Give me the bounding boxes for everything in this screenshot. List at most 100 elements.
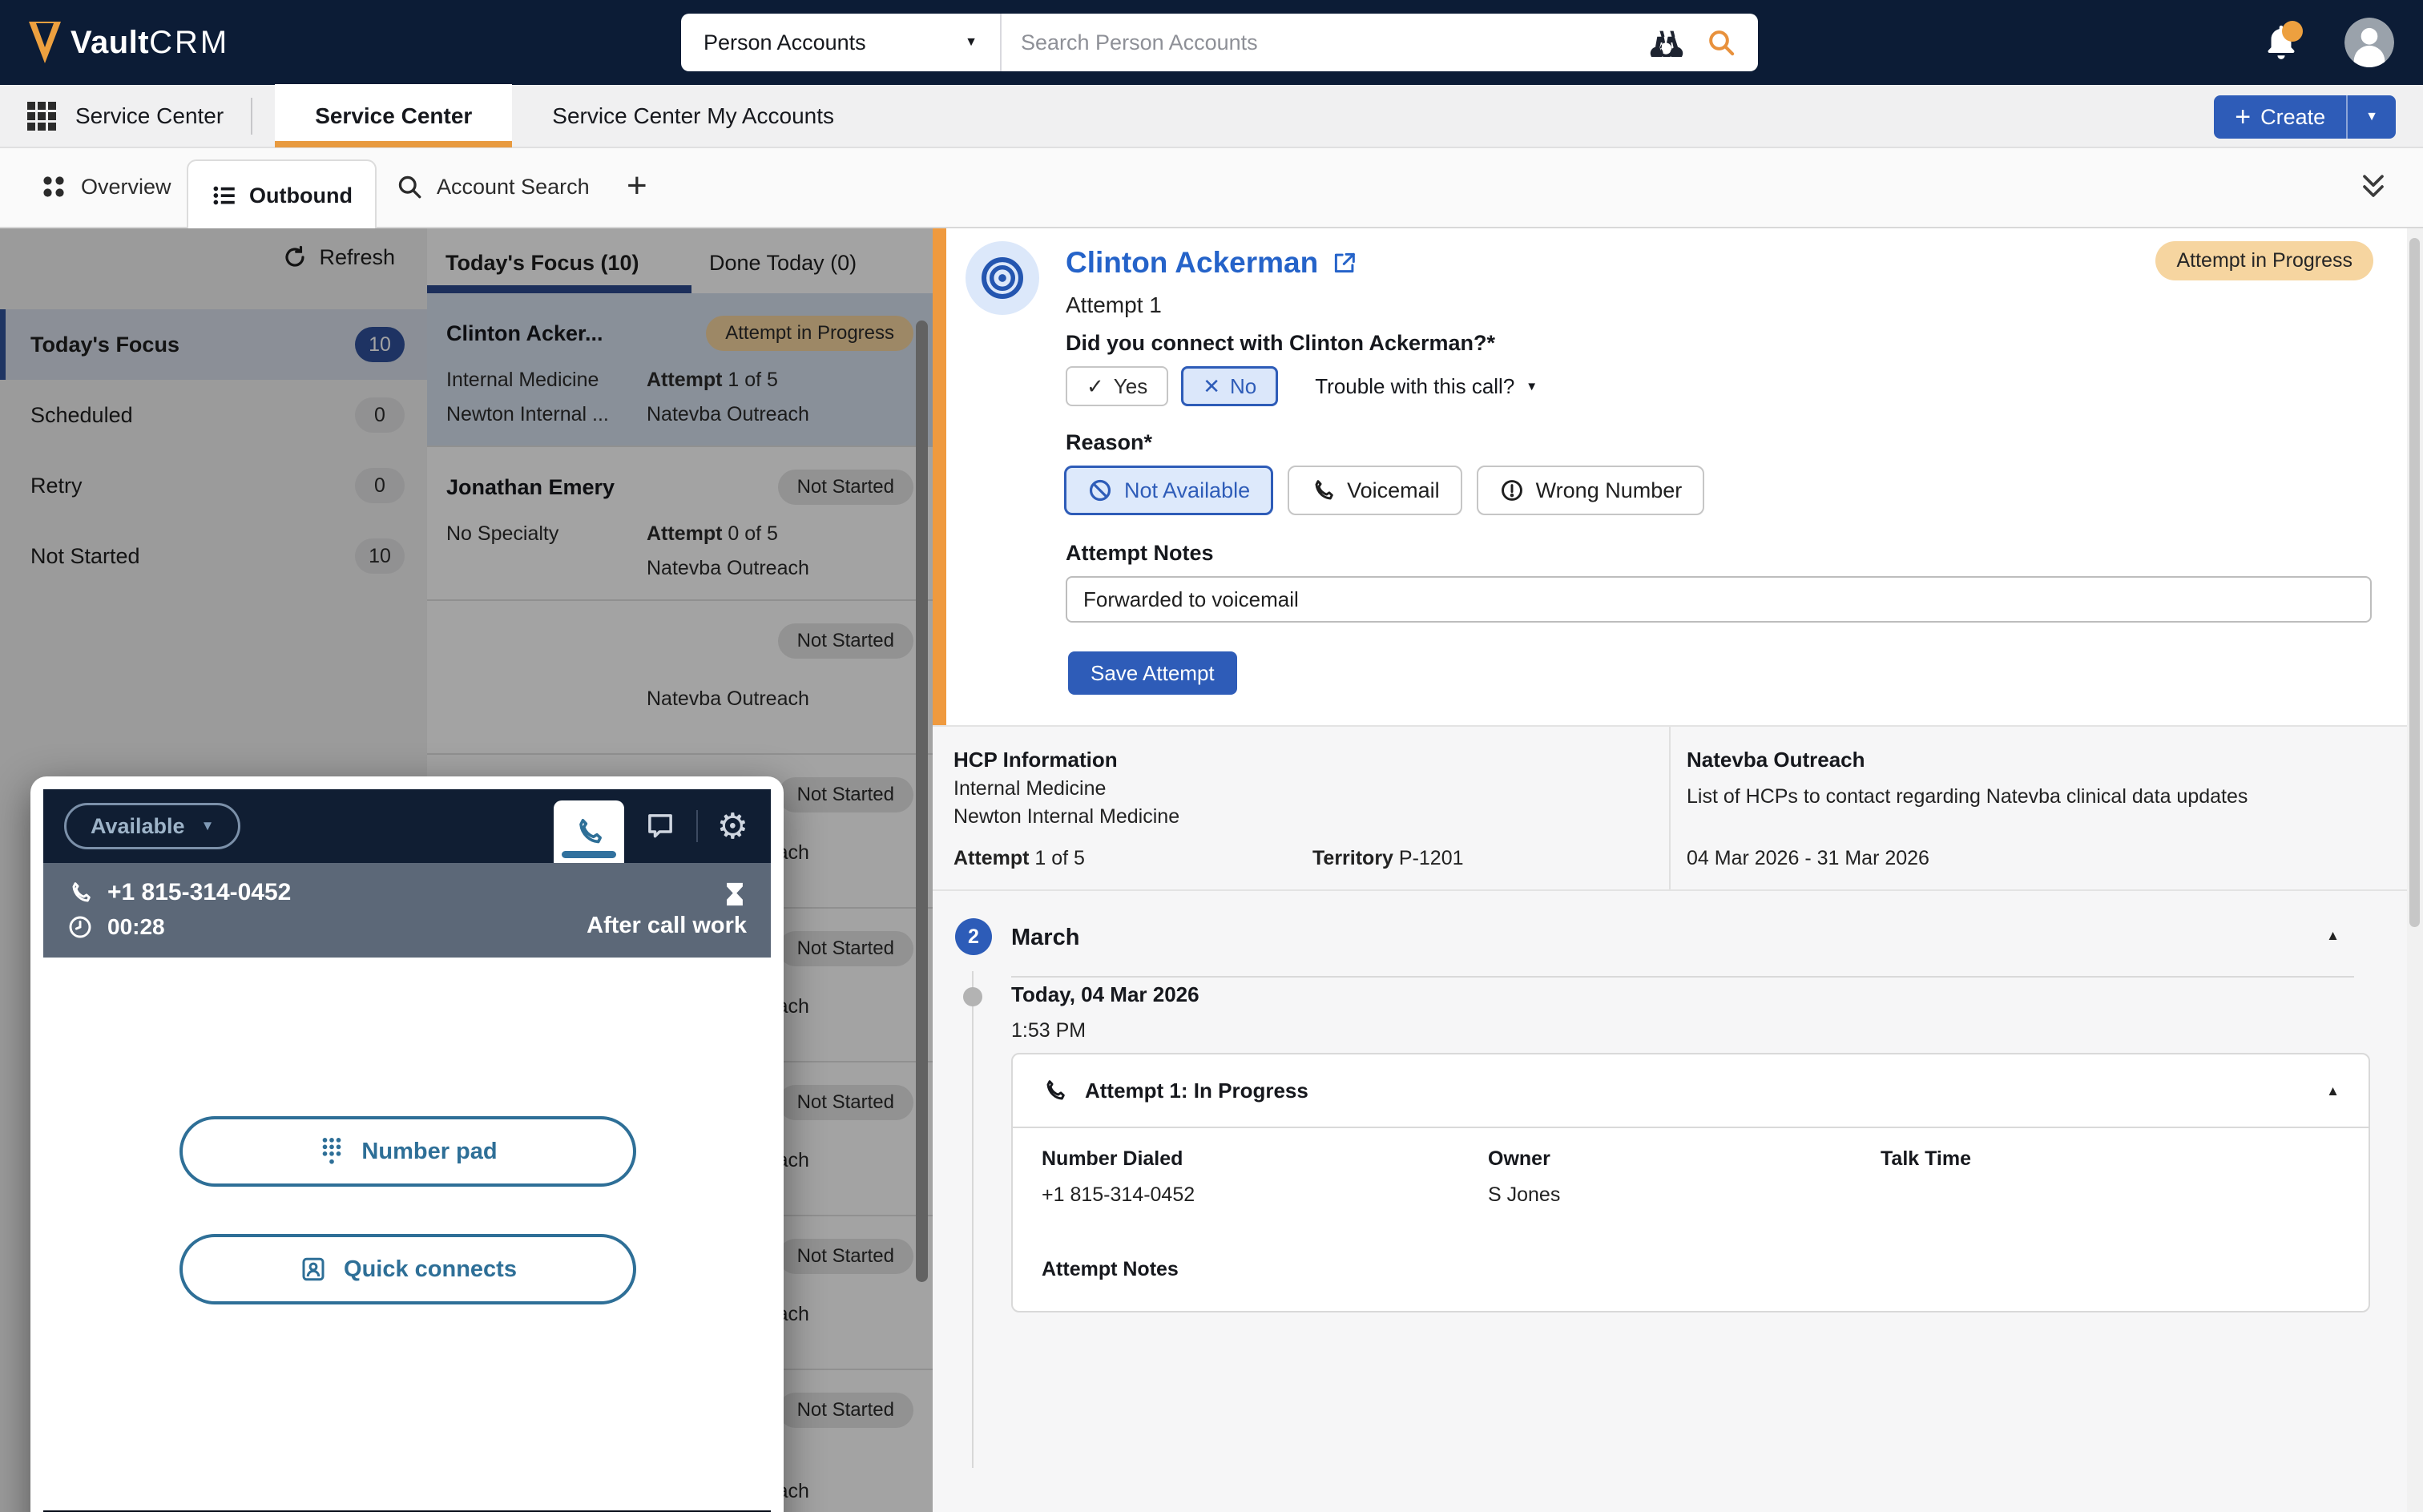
attempt-detail-panel: Clinton Ackerman Attempt in Progress Att… bbox=[933, 228, 2423, 1512]
app-window: VaultCRM Person Accounts ▼ bbox=[0, 0, 2423, 1512]
clock-icon bbox=[67, 914, 93, 940]
create-dropdown-button[interactable]: ▼ bbox=[2346, 95, 2396, 139]
hcp-territory: Territory P-1201 bbox=[1312, 847, 1464, 870]
search-scope-dropdown[interactable]: Person Accounts ▼ bbox=[681, 14, 1000, 71]
chat-icon[interactable] bbox=[643, 789, 677, 863]
trouble-dropdown[interactable]: Trouble with this call?▼ bbox=[1315, 374, 1538, 399]
card-attempt-notes-label: Attempt Notes bbox=[1042, 1258, 1179, 1281]
talk-time-value bbox=[1881, 1183, 2340, 1208]
phone-icon bbox=[1310, 478, 1336, 503]
target-avatar bbox=[966, 241, 1039, 315]
number-dialed-label: Number Dialed bbox=[1042, 1147, 1488, 1171]
timeline-time: 1:53 PM bbox=[1011, 1019, 1086, 1042]
softphone-header: Available ▼ ⚙ bbox=[43, 789, 771, 863]
timeline-dot bbox=[963, 987, 982, 1006]
active-call-accent-bar bbox=[933, 228, 946, 725]
timeline-day: Today, 04 Mar 2026 bbox=[1011, 982, 1199, 1007]
attempt-subtitle: Attempt 1 bbox=[1066, 292, 1162, 318]
yes-button[interactable]: ✓Yes bbox=[1066, 366, 1168, 406]
month-header: March bbox=[1011, 925, 1079, 951]
prohibited-icon bbox=[1087, 478, 1113, 503]
chevron-down-icon: ▼ bbox=[2365, 110, 2378, 124]
number-dialed-value: +1 815-314-0452 bbox=[1042, 1183, 1488, 1208]
notifications-bell[interactable] bbox=[2263, 22, 2300, 62]
vault-logo-icon bbox=[29, 22, 61, 63]
agent-status-dropdown[interactable]: Available ▼ bbox=[64, 803, 240, 849]
check-icon: ✓ bbox=[1087, 374, 1104, 399]
chevron-down-icon: ▼ bbox=[965, 35, 978, 50]
phone-tab[interactable] bbox=[554, 800, 624, 863]
timeline-spine bbox=[972, 971, 974, 1468]
add-tab-button[interactable]: + bbox=[627, 166, 647, 206]
search-scope-value: Person Accounts bbox=[704, 30, 866, 55]
main-scrollbar-thumb[interactable] bbox=[2409, 238, 2420, 927]
chevron-double-down-icon[interactable] bbox=[2356, 169, 2391, 208]
attempt-card-header[interactable]: Attempt 1: In Progress bbox=[1013, 1054, 2369, 1127]
number-pad-button[interactable]: Number pad bbox=[179, 1116, 636, 1187]
active-call-bar: +1 815-314-0452 00:28 After call work bbox=[43, 863, 771, 958]
hourglass-icon bbox=[723, 881, 747, 908]
contact-card-icon bbox=[299, 1255, 328, 1284]
gear-icon[interactable]: ⚙ bbox=[717, 789, 748, 863]
create-split-button: +Create ▼ bbox=[2214, 95, 2396, 139]
tab-outbound[interactable]: Outbound bbox=[187, 159, 377, 230]
notification-badge bbox=[2282, 21, 2303, 42]
reason-wrong-number-button[interactable]: Wrong Number bbox=[1477, 466, 1705, 515]
search-icon[interactable] bbox=[1705, 26, 1737, 58]
x-icon: ✕ bbox=[1203, 374, 1220, 399]
quick-connects-button[interactable]: Quick connects bbox=[179, 1234, 636, 1304]
reason-label: Reason* bbox=[1066, 430, 1152, 455]
collapse-card-icon[interactable]: ▲ bbox=[2326, 1083, 2340, 1099]
phone-icon bbox=[1042, 1078, 1067, 1103]
attempt-notes-label: Attempt Notes bbox=[1066, 541, 1214, 566]
info-strip: HCP Information Internal Medicine Newton… bbox=[933, 725, 2407, 891]
save-attempt-button[interactable]: Save Attempt bbox=[1068, 651, 1237, 695]
hcp-attempt-count: Attempt 1 of 5 bbox=[953, 847, 1085, 870]
hcp-info-title: HCP Information bbox=[953, 748, 1643, 772]
no-button[interactable]: ✕No bbox=[1181, 366, 1278, 406]
month-count-badge: 2 bbox=[955, 918, 992, 955]
tab-service-center[interactable]: Service Center bbox=[275, 84, 512, 147]
brand-text: VaultCRM bbox=[71, 25, 229, 61]
top-navbar: VaultCRM Person Accounts ▼ bbox=[0, 0, 2423, 85]
overview-icon bbox=[39, 172, 68, 201]
owner-value: S Jones bbox=[1488, 1183, 1881, 1208]
user-avatar[interactable] bbox=[2344, 18, 2394, 67]
chevron-down-icon: ▼ bbox=[1526, 380, 1538, 393]
campaign-description: List of HCPs to contact regarding Natevb… bbox=[1687, 785, 2359, 808]
divider bbox=[1669, 727, 1671, 889]
dialed-number: +1 815-314-0452 bbox=[107, 879, 291, 906]
hcp-organization: Newton Internal Medicine bbox=[953, 805, 1643, 829]
collapse-month-icon[interactable]: ▲ bbox=[2326, 928, 2340, 944]
alert-circle-icon bbox=[1499, 478, 1525, 503]
campaign-dates: 04 Mar 2026 - 31 Mar 2026 bbox=[1687, 847, 1929, 870]
campaign-title: Natevba Outreach bbox=[1687, 748, 2359, 772]
call-timer: 00:28 bbox=[107, 914, 165, 940]
status-badge: Attempt in Progress bbox=[2155, 241, 2373, 280]
app-tab-row: Service Center Service Center Service Ce… bbox=[0, 85, 2423, 148]
search-icon bbox=[395, 172, 424, 201]
owner-label: Owner bbox=[1488, 1147, 1881, 1171]
call-state-label: After call work bbox=[587, 913, 747, 939]
app-launcher-icon[interactable] bbox=[22, 97, 61, 135]
binoculars-icon[interactable] bbox=[1649, 28, 1684, 57]
chevron-down-icon: ▼ bbox=[201, 818, 215, 834]
tab-account-search[interactable]: Account Search bbox=[395, 172, 590, 201]
reason-not-available-button[interactable]: Not Available bbox=[1064, 466, 1273, 515]
search-input[interactable] bbox=[1002, 30, 1649, 55]
attempt-history-card: Attempt 1: In Progress ▲ Number Dialed +… bbox=[1011, 1053, 2370, 1312]
attempt-card-title: Attempt 1: In Progress bbox=[1085, 1079, 1308, 1103]
dialpad-icon bbox=[318, 1135, 345, 1167]
divider bbox=[251, 98, 252, 135]
tab-overview[interactable]: Overview bbox=[39, 172, 171, 201]
reason-voicemail-button[interactable]: Voicemail bbox=[1288, 466, 1462, 515]
create-button[interactable]: +Create bbox=[2214, 95, 2346, 139]
contact-name-link[interactable]: Clinton Ackerman bbox=[1066, 246, 1358, 280]
tab-service-center-my-accounts[interactable]: Service Center My Accounts bbox=[512, 84, 874, 147]
main-scrollbar-track[interactable] bbox=[2407, 228, 2423, 1512]
divider bbox=[1011, 976, 2354, 978]
hcp-specialty: Internal Medicine bbox=[953, 777, 1643, 800]
attempt-notes-input[interactable] bbox=[1066, 576, 2372, 623]
contact-name: Clinton Ackerman bbox=[1066, 246, 1318, 280]
global-search: Person Accounts ▼ bbox=[681, 14, 1758, 71]
